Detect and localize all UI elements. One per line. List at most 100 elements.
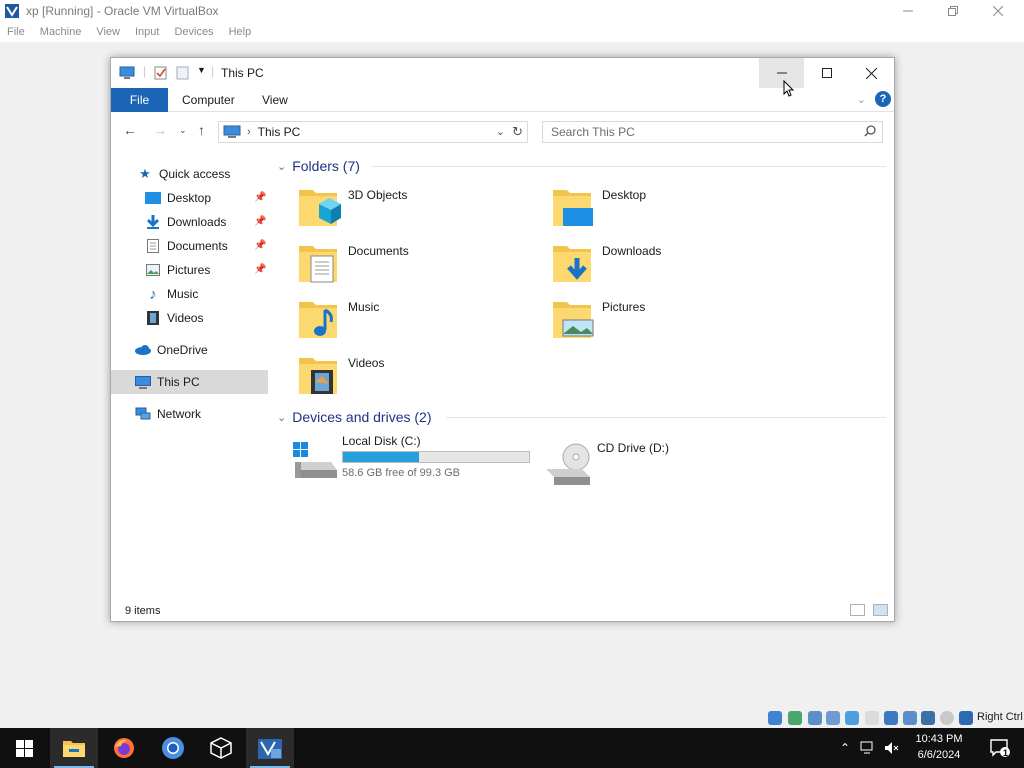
refresh-icon[interactable]: ↻ — [512, 124, 523, 140]
document-icon — [145, 238, 161, 254]
drive-name: CD Drive (D:) — [597, 441, 669, 455]
usb-status-icon[interactable] — [845, 711, 859, 725]
pin-icon[interactable]: 📌 — [254, 264, 266, 275]
minimize-button[interactable] — [759, 58, 804, 88]
search-icon[interactable] — [864, 125, 876, 137]
taskbar-firefox[interactable] — [100, 728, 148, 768]
taskbar-chromium[interactable] — [149, 728, 197, 768]
vbox-menu-machine[interactable]: Machine — [40, 26, 82, 38]
taskbar-file-explorer[interactable] — [50, 728, 98, 768]
cpu-status-icon[interactable] — [921, 711, 935, 725]
vbox-menu-file[interactable]: File — [7, 26, 25, 38]
help-icon[interactable]: ? — [875, 91, 891, 107]
folder-name: Videos — [348, 356, 385, 370]
nav-documents[interactable]: Documents 📌 — [111, 234, 268, 258]
back-button[interactable]: ← — [123, 122, 137, 138]
music-note-icon: ♪ — [149, 285, 157, 303]
minimize-icon — [903, 10, 913, 12]
tab-file[interactable]: File — [111, 88, 168, 112]
clock[interactable]: 10:43 PM 6/6/2024 — [904, 731, 974, 763]
vbox-menu-help[interactable]: Help — [229, 26, 252, 38]
optical-drive-status-icon[interactable] — [788, 711, 802, 725]
music-folder-icon — [299, 302, 337, 338]
start-button[interactable] — [0, 728, 48, 768]
taskbar-virtualbox-manager[interactable] — [197, 728, 245, 768]
file-explorer-window: | ▼ | This PC File Computer View ⌄ ? ← →… — [110, 57, 895, 622]
maximize-button[interactable] — [804, 58, 849, 88]
desktop-folder-icon — [553, 190, 593, 226]
network-tray-icon[interactable] — [860, 741, 876, 755]
expand-ribbon-icon[interactable]: ⌄ — [857, 93, 866, 106]
recording-status-icon[interactable] — [903, 711, 917, 725]
address-bar[interactable]: › This PC ⌄ ↻ — [218, 121, 528, 143]
hard-disk-status-icon[interactable] — [768, 711, 782, 725]
drive-cd-d[interactable]: CD Drive (D:) — [546, 441, 746, 489]
folder-downloads[interactable]: Downloads — [551, 240, 801, 288]
close-button[interactable] — [849, 58, 894, 88]
ribbon: File Computer View ⌄ ? — [111, 88, 894, 112]
tab-computer[interactable]: Computer — [182, 93, 235, 107]
network-status-icon[interactable] — [826, 711, 840, 725]
properties-icon[interactable] — [153, 66, 169, 80]
drives-group-header[interactable]: ⌄ Devices and drives (2) — [277, 407, 432, 427]
vbox-menu-input[interactable]: Input — [135, 26, 159, 38]
mouse-integration-icon[interactable] — [940, 711, 954, 725]
nav-pictures[interactable]: Pictures 📌 — [111, 258, 268, 282]
pin-icon[interactable]: 📌 — [254, 240, 266, 251]
vbox-close-button[interactable] — [975, 0, 1021, 22]
search-box[interactable] — [542, 121, 883, 143]
breadcrumb-this-pc[interactable]: This PC — [258, 125, 301, 139]
recent-locations-chevron-down-icon[interactable]: ⌄ — [179, 125, 187, 136]
audio-status-icon[interactable] — [808, 711, 822, 725]
folder-name: Music — [348, 300, 380, 314]
cd-drive-icon — [546, 443, 590, 485]
folder-name: 3D Objects — [348, 188, 408, 202]
vbox-restore-button[interactable] — [930, 0, 976, 22]
new-folder-icon[interactable] — [175, 66, 191, 80]
notification-count: 1 — [1003, 748, 1009, 758]
forward-button[interactable]: → — [153, 122, 167, 138]
navigation-pane: ★ Quick access Desktop 📌 Downloads 📌 Doc… — [111, 162, 268, 602]
folder-desktop[interactable]: Desktop — [551, 184, 801, 232]
nav-videos[interactable]: Videos — [111, 306, 268, 330]
3d-objects-folder-icon — [299, 190, 341, 226]
host-key-icon[interactable] — [959, 711, 973, 725]
folder-videos[interactable]: Videos — [297, 352, 547, 400]
search-input[interactable] — [543, 122, 843, 142]
volume-muted-icon[interactable] — [884, 741, 900, 755]
display-status-icon[interactable] — [884, 711, 898, 725]
customize-quick-access-icon[interactable]: ▼ — [197, 65, 206, 75]
vbox-titlebar: xp [Running] - Oracle VM VirtualBox — [0, 0, 1024, 22]
nav-music[interactable]: ♪ Music — [111, 282, 268, 306]
nav-quick-access[interactable]: ★ Quick access — [111, 162, 268, 186]
explorer-titlebar: | ▼ | This PC — [111, 58, 894, 97]
folder-documents[interactable]: Documents — [297, 240, 547, 288]
nav-desktop[interactable]: Desktop 📌 — [111, 186, 268, 210]
folder-music[interactable]: Music — [297, 296, 547, 344]
large-icons-view-icon[interactable] — [873, 604, 888, 616]
vbox-menu-view[interactable]: View — [96, 26, 120, 38]
details-view-icon[interactable] — [850, 604, 865, 616]
nav-this-pc[interactable]: This PC — [111, 370, 268, 394]
shared-folders-status-icon[interactable] — [865, 711, 879, 725]
tab-view[interactable]: View — [262, 93, 288, 107]
taskbar-vm-xp[interactable] — [246, 728, 294, 768]
pin-icon[interactable]: 📌 — [254, 216, 266, 227]
nav-onedrive[interactable]: OneDrive — [111, 338, 268, 362]
show-hidden-icons-chevron-up-icon[interactable]: ⌃ — [840, 741, 850, 755]
window-title: This PC — [221, 66, 264, 80]
chromium-icon — [162, 737, 184, 759]
up-button[interactable]: ↑ — [198, 122, 205, 138]
vbox-menu-devices[interactable]: Devices — [174, 26, 213, 38]
folder-pictures[interactable]: Pictures — [551, 296, 801, 344]
pin-icon[interactable]: 📌 — [254, 192, 266, 203]
folder-3d-objects[interactable]: 3D Objects — [297, 184, 547, 232]
action-center-button[interactable]: 1 — [976, 728, 1024, 768]
vbox-minimize-button[interactable] — [885, 0, 931, 22]
address-chevron-down-icon[interactable]: ⌄ — [496, 125, 505, 138]
nav-network[interactable]: Network — [111, 402, 268, 426]
drive-local-disk-c[interactable]: Local Disk (C:) 58.6 GB free of 99.3 GB — [291, 434, 541, 482]
folders-group-header[interactable]: ⌄ Folders (7) — [277, 156, 360, 176]
firefox-icon — [114, 738, 134, 758]
nav-downloads[interactable]: Downloads 📌 — [111, 210, 268, 234]
